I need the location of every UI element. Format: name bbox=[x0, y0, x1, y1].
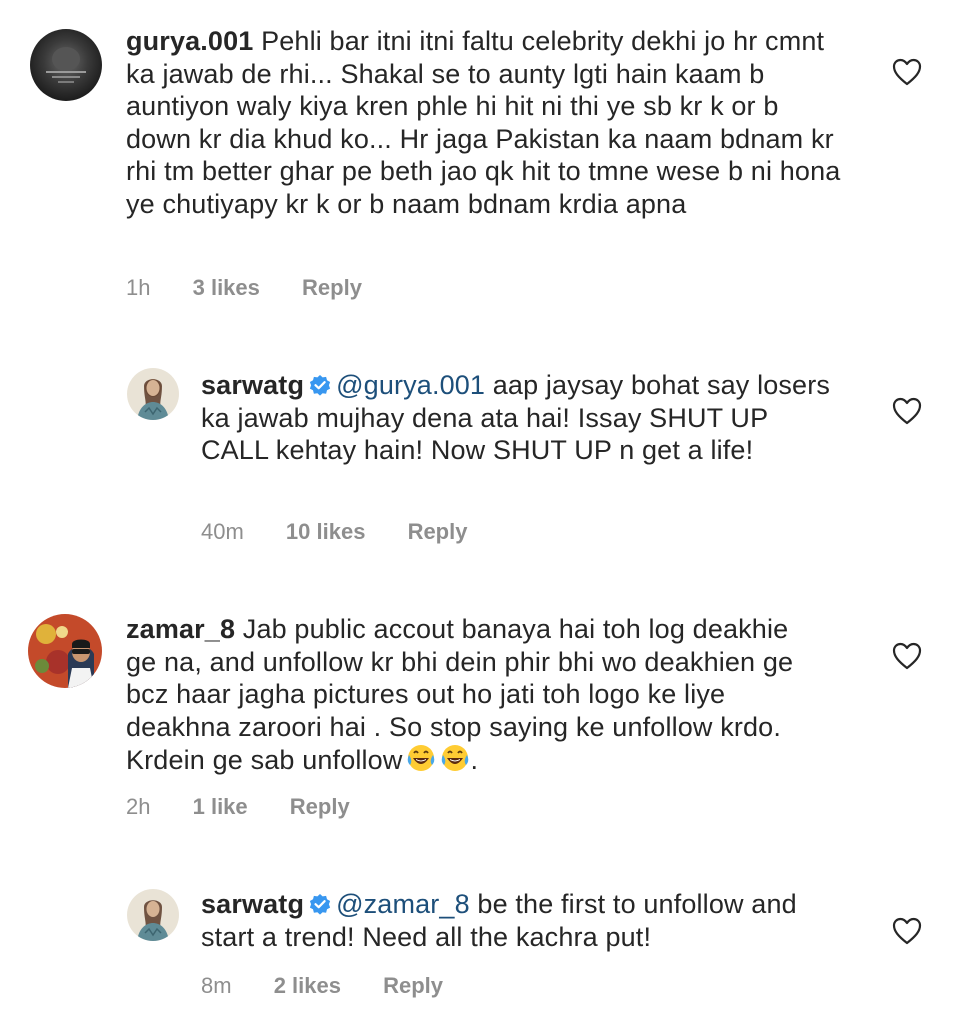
comment-likes[interactable]: 2 likes bbox=[274, 973, 341, 998]
comment-likes[interactable]: 10 likes bbox=[286, 519, 366, 544]
comment-time: 2h bbox=[126, 794, 151, 819]
verified-badge-icon bbox=[309, 375, 331, 396]
comment-time: 8m bbox=[201, 973, 232, 998]
comment-text: sarwatg @gurya.001 aap jaysay bohat say … bbox=[201, 369, 841, 467]
comment-text: zamar_8 Jab public accout banaya hai toh… bbox=[126, 613, 826, 777]
avatar[interactable] bbox=[127, 368, 179, 420]
laughing-tears-emoji-icon bbox=[442, 745, 469, 772]
reply-button[interactable]: Reply bbox=[408, 519, 468, 544]
comment-username[interactable]: sarwatg bbox=[201, 370, 304, 400]
mention-link[interactable]: @zamar_8 bbox=[336, 889, 470, 919]
comment-username[interactable]: gurya.001 bbox=[126, 26, 253, 56]
avatar[interactable] bbox=[28, 614, 102, 688]
heart-outline-icon[interactable] bbox=[892, 58, 922, 86]
comment-username[interactable]: zamar_8 bbox=[126, 614, 235, 644]
heart-outline-icon[interactable] bbox=[892, 917, 922, 945]
comment-time: 40m bbox=[201, 519, 244, 544]
reply-button[interactable]: Reply bbox=[290, 794, 350, 819]
avatar[interactable] bbox=[127, 889, 179, 941]
comment-meta: 1h 3 likes Reply bbox=[126, 275, 398, 301]
laughing-tears-emoji-icon bbox=[408, 745, 435, 772]
comment-meta: 8m 2 likes Reply bbox=[201, 973, 479, 999]
mention-link[interactable]: @gurya.001 bbox=[336, 370, 485, 400]
comment-text: gurya.001 Pehli bar itni itni faltu cele… bbox=[126, 25, 846, 221]
comment-username[interactable]: sarwatg bbox=[201, 889, 304, 919]
comment-body-end: . bbox=[470, 745, 479, 776]
comment-likes[interactable]: 1 like bbox=[193, 794, 248, 819]
comment-text: sarwatg @zamar_8 be the first to unfollo… bbox=[201, 888, 841, 953]
comment-time: 1h bbox=[126, 275, 151, 300]
heart-outline-icon[interactable] bbox=[892, 642, 922, 670]
heart-outline-icon[interactable] bbox=[892, 397, 922, 425]
comment-meta: 40m 10 likes Reply bbox=[201, 519, 503, 545]
avatar[interactable] bbox=[30, 29, 102, 101]
comment-likes[interactable]: 3 likes bbox=[193, 275, 260, 300]
verified-badge-icon bbox=[309, 894, 331, 915]
reply-button[interactable]: Reply bbox=[302, 275, 362, 300]
comment-meta: 2h 1 like Reply bbox=[126, 794, 386, 820]
reply-button[interactable]: Reply bbox=[383, 973, 443, 998]
